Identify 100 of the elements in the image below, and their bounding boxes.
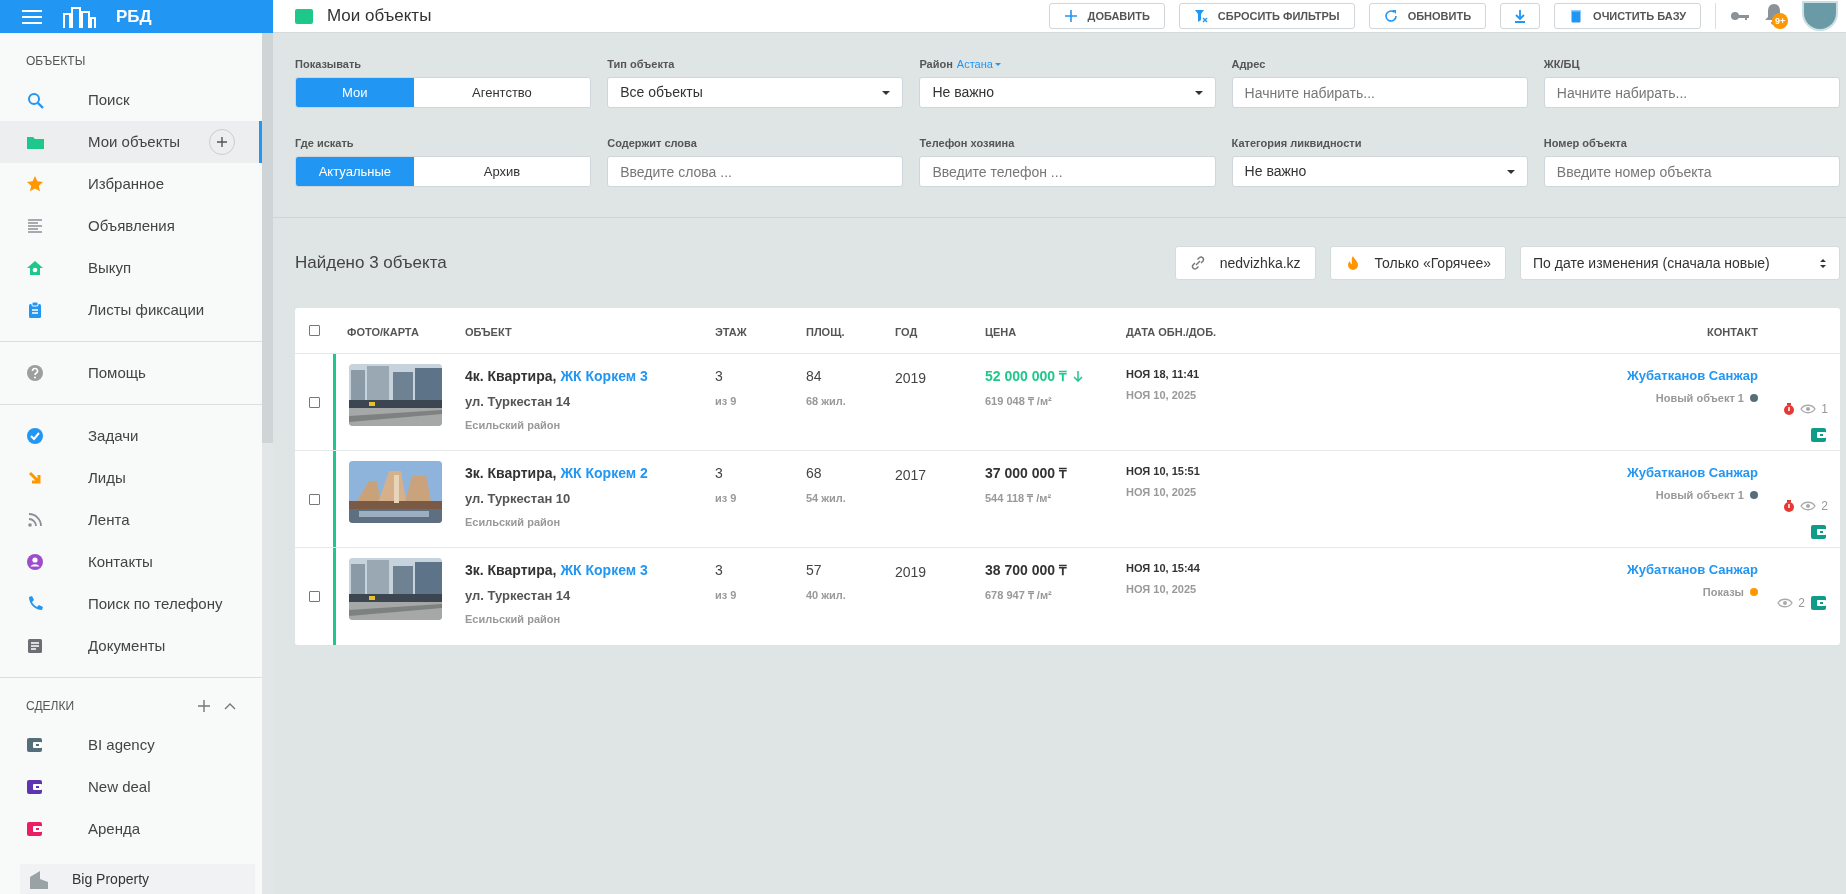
added-date: НОЯ 10, 2025 xyxy=(1126,484,1197,500)
toolbar-button[interactable]: ДОБАВИТЬ xyxy=(1048,3,1165,29)
views-count: 1 xyxy=(1821,401,1828,418)
sort-select[interactable]: По дате изменения (сначала новые) xyxy=(1520,246,1840,280)
eye-icon xyxy=(1777,598,1794,608)
download-button[interactable] xyxy=(1500,3,1541,29)
help-icon xyxy=(26,364,44,382)
sidebar-item[interactable]: Поиск xyxy=(0,79,262,121)
object-type: 4к. Квартира, xyxy=(465,367,557,386)
sidebar-item[interactable]: Лента xyxy=(0,499,262,541)
key-icon[interactable] xyxy=(1730,10,1750,22)
filter-button[interactable]: nedvizhka.kz xyxy=(1174,246,1316,280)
menu-icon[interactable] xyxy=(22,9,42,24)
district-text: Есильский район xyxy=(465,514,562,530)
input-field[interactable]: Начните набирать... xyxy=(1231,77,1528,108)
address-text: ул. Туркестан 14 xyxy=(465,393,572,411)
avatar[interactable] xyxy=(1802,1,1838,31)
updated-date: НОЯ 10, 15:51 xyxy=(1126,464,1200,479)
status-text: Показы xyxy=(1702,584,1744,600)
views-count: 2 xyxy=(1798,595,1805,612)
sidebar-item[interactable]: Объявления xyxy=(0,205,262,247)
column-header: ФОТО/КАРТА xyxy=(347,325,419,338)
filter-label: Телефон хозяина xyxy=(919,135,1015,151)
price-text: 38 700 000 ₸ xyxy=(985,561,1067,580)
address-text: ул. Туркестан 10 xyxy=(465,490,572,508)
person-icon xyxy=(26,553,44,571)
wallet-icon xyxy=(1810,594,1828,612)
area-text: 68 xyxy=(806,464,822,483)
clipboard-icon xyxy=(26,301,44,319)
promo-title: Big Property xyxy=(72,870,150,889)
toolbar-button[interactable]: ОЧИСТИТЬ БАЗУ xyxy=(1554,3,1701,29)
filter-label: Район xyxy=(919,56,953,72)
column-header: ЭТАЖ xyxy=(715,325,747,338)
document-icon xyxy=(26,637,44,655)
buildings-icon xyxy=(62,5,96,28)
price-text: 52 000 000 ₸ xyxy=(985,367,1067,386)
filter-label: Тип объекта xyxy=(607,56,675,72)
filter-icon xyxy=(1193,9,1208,23)
folder-icon xyxy=(295,8,313,24)
checkbox[interactable] xyxy=(308,396,320,408)
filter-label: Номер объекта xyxy=(1543,135,1627,151)
status-text: Новый объект 1 xyxy=(1655,487,1744,503)
column-header: ГОД xyxy=(895,325,918,338)
down-arrow-icon xyxy=(1072,371,1083,382)
filter-label: Категория ликвидности xyxy=(1231,135,1362,151)
wallet-icon xyxy=(1810,426,1828,444)
arrow-icon xyxy=(26,469,44,487)
filter-label: Адрес xyxy=(1231,56,1266,72)
building-icon xyxy=(28,869,50,889)
scrollbar[interactable] xyxy=(262,33,273,894)
floor-text: 3 xyxy=(715,367,723,386)
input-field[interactable]: Введите слова ... xyxy=(607,156,904,187)
plus-icon xyxy=(1063,9,1078,23)
input-field[interactable]: Начните набирать... xyxy=(1543,77,1840,108)
sidebar-item[interactable]: Листы фиксации xyxy=(0,289,262,331)
select-field[interactable]: Не важно xyxy=(919,77,1216,108)
floor-text: 3 xyxy=(715,561,723,580)
sidebar-item[interactable]: Мои объекты xyxy=(0,121,262,163)
sidebar-item[interactable]: Документы xyxy=(0,625,262,667)
dropdown-caret-icon xyxy=(882,90,891,95)
filter-button[interactable]: Только «Горячее» xyxy=(1329,246,1506,280)
sidebar-item[interactable]: Выкуп xyxy=(0,247,262,289)
sidebar-item[interactable]: Поиск по телефону xyxy=(0,583,262,625)
sidebar-item[interactable]: Задачи xyxy=(0,415,262,457)
search-icon xyxy=(26,91,44,109)
status-text: Новый объект 1 xyxy=(1655,390,1744,406)
sidebar-item[interactable]: Контакты xyxy=(0,541,262,583)
toolbar-button[interactable]: ОБНОВИТЬ xyxy=(1368,3,1487,29)
dropdown-caret-icon xyxy=(1506,169,1515,174)
checkbox[interactable] xyxy=(308,325,320,336)
select-field[interactable]: Все объекты xyxy=(607,77,904,108)
collapse-icon[interactable] xyxy=(224,701,236,711)
floor-text: 3 xyxy=(715,464,723,483)
object-type: 3к. Квартира, xyxy=(465,464,557,483)
sidebar-item[interactable]: Лиды xyxy=(0,457,262,499)
eye-icon xyxy=(1800,404,1817,414)
filter-label: ЖК/БЦ xyxy=(1543,56,1580,72)
sidebar-item[interactable]: Аренда xyxy=(0,808,262,850)
sidebar-item[interactable]: New deal xyxy=(0,766,262,808)
input-field[interactable]: Введите номер объекта xyxy=(1543,156,1840,187)
select-field[interactable]: Не важно xyxy=(1231,156,1528,187)
year-text: 2017 xyxy=(895,467,927,483)
checkbox[interactable] xyxy=(308,493,320,505)
toolbar-button[interactable]: СБРОСИТЬ ФИЛЬТРЫ xyxy=(1178,3,1355,29)
sidebar-item[interactable]: BI agency xyxy=(0,724,262,766)
sort-arrows-icon xyxy=(1819,257,1827,269)
section-heading: ОБЪЕКТЫ xyxy=(26,53,86,70)
add-icon[interactable] xyxy=(198,700,210,712)
eye-icon xyxy=(1800,501,1817,511)
input-field[interactable]: Введите телефон ... xyxy=(919,156,1216,187)
results-count: Найдено 3 объекта xyxy=(295,252,447,275)
sidebar-item[interactable]: Помощь xyxy=(0,352,262,394)
checkbox[interactable] xyxy=(308,591,320,602)
download-icon xyxy=(1513,9,1528,23)
floors-total-text: из 9 xyxy=(715,491,737,506)
promo-card[interactable]: Big Property xyxy=(20,864,255,894)
sidebar-item[interactable]: Избранное xyxy=(0,163,262,205)
filter-label: Показывать xyxy=(295,56,362,72)
notification-badge: 9+ xyxy=(1772,13,1789,29)
living-area-text: 40 жил. xyxy=(806,588,846,603)
